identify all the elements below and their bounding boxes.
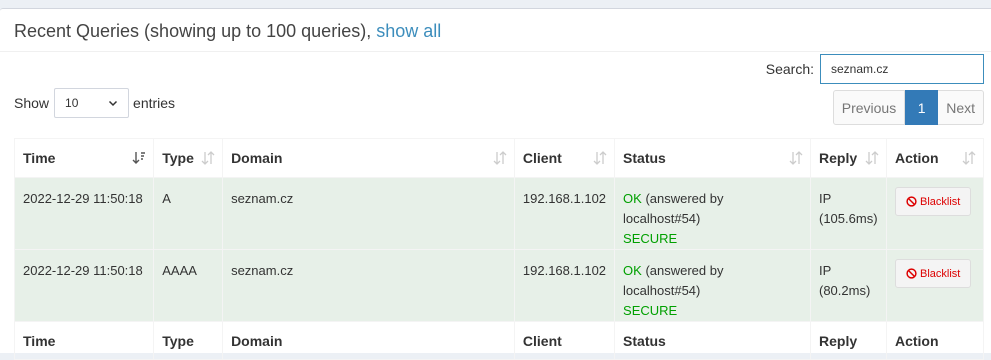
blacklist-button[interactable]: Blacklist xyxy=(894,187,972,216)
sort-arrows-icon xyxy=(865,151,879,165)
footer-client: Client xyxy=(513,321,616,360)
footer-status: Status xyxy=(614,321,811,360)
cell-domain: seznam.cz xyxy=(222,249,515,322)
blacklist-label: Blacklist xyxy=(919,195,961,208)
entries-length: Show 10 entries xyxy=(14,88,175,118)
previous-button[interactable]: Previous xyxy=(832,90,906,125)
cell-type: A xyxy=(153,177,224,250)
search-input[interactable] xyxy=(820,54,984,84)
cell-client: 192.168.1.102 xyxy=(513,249,616,322)
cell-type: AAAA xyxy=(153,249,224,322)
next-button[interactable]: Next xyxy=(938,90,984,125)
sort-desc-icon xyxy=(132,152,146,164)
cell-time: 2022-12-29 11:50:18 xyxy=(13,249,155,322)
column-header-client[interactable]: Client xyxy=(513,138,616,178)
column-header-status[interactable]: Status xyxy=(614,138,811,178)
status-secure: SECURE xyxy=(623,231,678,246)
ban-icon xyxy=(906,268,917,279)
sort-arrows-icon xyxy=(593,151,607,165)
table-row: 2022-12-29 11:50:18 AAAA seznam.cz 192.1… xyxy=(13,249,985,322)
entries-select[interactable]: 10 xyxy=(54,88,130,118)
footer-time: Time xyxy=(13,321,155,360)
footer-reply: Reply xyxy=(810,321,887,360)
status-ok: OK xyxy=(623,263,642,278)
sort-arrows-icon xyxy=(201,151,215,165)
status-ok: OK xyxy=(623,191,642,206)
box-header: Recent Queries (showing up to 100 querie… xyxy=(0,9,991,52)
column-header-type[interactable]: Type xyxy=(153,138,224,178)
cell-reply: IP (105.6ms) xyxy=(810,177,887,250)
footer-action: Action xyxy=(885,321,985,360)
entries-label: entries xyxy=(133,95,176,111)
table-row: 2022-12-29 11:50:18 A seznam.cz 192.168.… xyxy=(13,177,985,250)
cell-action: Blacklist xyxy=(885,177,985,250)
column-header-reply[interactable]: Reply xyxy=(810,138,887,178)
cell-time: 2022-12-29 11:50:18 xyxy=(13,177,155,250)
search-row: Search: xyxy=(766,54,984,84)
ban-icon xyxy=(906,196,917,207)
column-header-time[interactable]: Time xyxy=(13,138,155,178)
cell-action: Blacklist xyxy=(885,249,985,322)
chevron-down-icon xyxy=(109,100,118,107)
footer-type: Type xyxy=(153,321,224,360)
cell-status: OK (answered by localhost#54) SECURE xyxy=(614,177,811,250)
table-header-row: Time Type Domain Client Status Reply Act… xyxy=(13,138,985,178)
queries-table: Time Type Domain Client Status Reply Act… xyxy=(13,138,985,360)
blacklist-button[interactable]: Blacklist xyxy=(894,259,972,288)
cell-status: OK (answered by localhost#54) SECURE xyxy=(614,249,811,322)
status-secure: SECURE xyxy=(623,303,678,318)
table-footer-row: Time Type Domain Client Status Reply Act… xyxy=(13,321,985,360)
entries-select-value: 10 xyxy=(65,96,79,110)
pagination: Previous 1 Next xyxy=(832,90,984,125)
page-1-button[interactable]: 1 xyxy=(905,90,939,125)
column-header-domain[interactable]: Domain xyxy=(222,138,515,178)
box-title: Recent Queries (showing up to 100 querie… xyxy=(14,21,377,41)
cell-reply: IP (80.2ms) xyxy=(810,249,887,322)
sort-arrows-icon xyxy=(962,151,976,165)
show-all-link[interactable]: show all xyxy=(376,21,441,41)
sort-arrows-icon xyxy=(789,151,803,165)
cell-client: 192.168.1.102 xyxy=(513,177,616,250)
blacklist-label: Blacklist xyxy=(919,267,961,280)
search-label: Search: xyxy=(765,61,814,77)
column-header-action[interactable]: Action xyxy=(885,138,985,178)
footer-domain: Domain xyxy=(222,321,515,360)
sort-arrows-icon xyxy=(493,151,507,165)
cell-domain: seznam.cz xyxy=(222,177,515,250)
show-label: Show xyxy=(14,95,50,111)
